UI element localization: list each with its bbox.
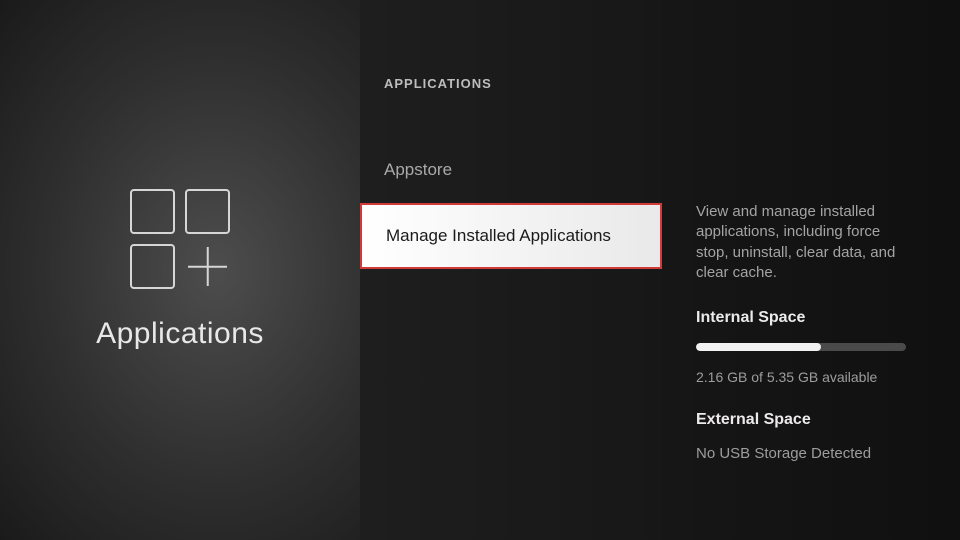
external-space-heading: External Space	[696, 411, 926, 429]
applications-icon	[130, 189, 230, 289]
icon-square	[185, 189, 230, 234]
internal-space-availability: 2.16 GB of 5.35 GB available	[696, 369, 926, 385]
menu-section-header: APPLICATIONS	[360, 76, 662, 91]
menu-item-label: Appstore	[384, 160, 452, 180]
category-panel: Applications	[0, 0, 360, 540]
internal-space-heading: Internal Space	[696, 309, 926, 327]
detail-panel: View and manage installed applications, …	[662, 0, 960, 540]
settings-menu: APPLICATIONS Appstore Manage Installed A…	[360, 0, 662, 540]
category-title: Applications	[96, 317, 264, 351]
menu-item-manage-installed-applications[interactable]: Manage Installed Applications	[360, 203, 662, 269]
internal-space-bar-fill	[696, 343, 821, 351]
internal-space-bar	[696, 343, 906, 351]
menu-item-appstore[interactable]: Appstore	[360, 137, 662, 203]
icon-square	[130, 244, 175, 289]
plus-icon	[185, 244, 230, 289]
menu-item-label: Manage Installed Applications	[386, 226, 611, 246]
external-space-status: No USB Storage Detected	[696, 445, 926, 462]
icon-square	[130, 189, 175, 234]
item-description: View and manage installed applications, …	[696, 202, 916, 283]
